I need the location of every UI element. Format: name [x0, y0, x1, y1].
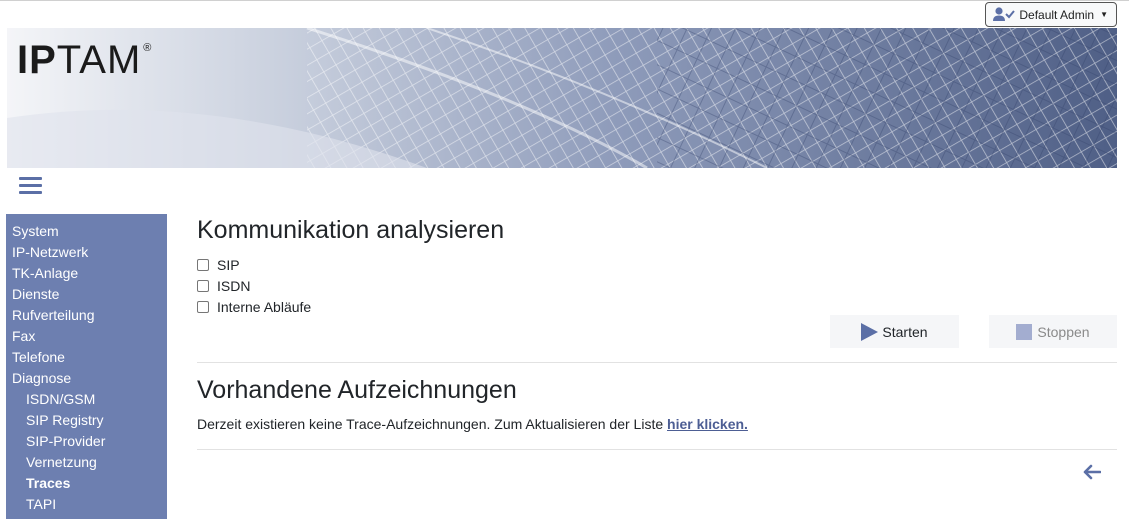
sidebar-item-rufverteilung[interactable]: Rufverteilung: [6, 305, 167, 326]
sidebar-item-fax[interactable]: Fax: [6, 326, 167, 347]
sidebar-item-telefone[interactable]: Telefone: [6, 347, 167, 368]
sidebar-item-diagnose[interactable]: Diagnose: [6, 368, 167, 389]
hamburger-icon[interactable]: [19, 177, 42, 196]
user-menu-button[interactable]: Default Admin ▼: [985, 2, 1117, 27]
play-icon: [861, 322, 879, 341]
stop-label: Stoppen: [1037, 323, 1090, 340]
option-isdn[interactable]: ISDN: [197, 275, 311, 296]
sidebar-item-ip-netzwerk[interactable]: IP-Netzwerk: [6, 242, 167, 263]
option-sip[interactable]: SIP: [197, 254, 311, 275]
start-button[interactable]: Starten: [830, 315, 959, 348]
recordings-text: Derzeit existieren keine Trace-Aufzeichn…: [197, 416, 668, 432]
sidebar-subitem-sip-provider[interactable]: SIP-Provider: [6, 431, 167, 452]
sidebar-subitem-isdn-gsm[interactable]: ISDN/GSM: [6, 389, 167, 410]
iptam-logo: IPTAM ®: [17, 38, 153, 82]
recordings-title: Vorhandene Aufzeichnungen: [197, 376, 517, 404]
sidebar-item-dienste[interactable]: Dienste: [6, 284, 167, 305]
banner-background: [7, 28, 1117, 168]
sip-label: SIP: [217, 256, 240, 273]
sidebar-item-system[interactable]: System: [6, 221, 167, 242]
trace-options: SIP ISDN Interne Abläufe: [197, 254, 311, 317]
arrow-left-icon[interactable]: [1083, 464, 1102, 485]
sip-checkbox[interactable]: [197, 258, 209, 271]
sidebar-nav: System IP-Netzwerk TK-Anlage Dienste Ruf…: [6, 214, 167, 519]
header-banner: IPTAM ®: [7, 28, 1117, 168]
user-check-icon: [993, 7, 1016, 22]
page-title: Kommunikation analysieren: [197, 216, 505, 244]
caret-down-icon: ▼: [1100, 10, 1108, 19]
sidebar-subitem-sip-registry[interactable]: SIP Registry: [6, 410, 167, 431]
refresh-link[interactable]: hier klicken.: [667, 416, 748, 432]
sidebar-subitem-tapi[interactable]: TAPI: [6, 494, 167, 515]
divider: [197, 449, 1117, 450]
interne-ablaeufe-label: Interne Abläufe: [217, 298, 312, 315]
divider: [197, 362, 1117, 363]
recordings-info: Derzeit existieren keine Trace-Aufzeichn…: [197, 416, 748, 432]
option-interne-ablaeufe[interactable]: Interne Abläufe: [197, 296, 311, 317]
start-label: Starten: [882, 323, 928, 340]
stop-icon: [1016, 323, 1033, 340]
isdn-checkbox[interactable]: [197, 279, 209, 292]
user-name: Default Admin: [1019, 7, 1095, 22]
interne-ablaeufe-checkbox[interactable]: [197, 300, 209, 313]
sidebar-subitem-traces[interactable]: Traces: [6, 473, 167, 494]
sidebar-subitem-vernetzung[interactable]: Vernetzung: [6, 452, 167, 473]
sidebar-item-tk-anlage[interactable]: TK-Anlage: [6, 263, 167, 284]
stop-button[interactable]: Stoppen: [989, 315, 1117, 348]
isdn-label: ISDN: [217, 277, 251, 294]
